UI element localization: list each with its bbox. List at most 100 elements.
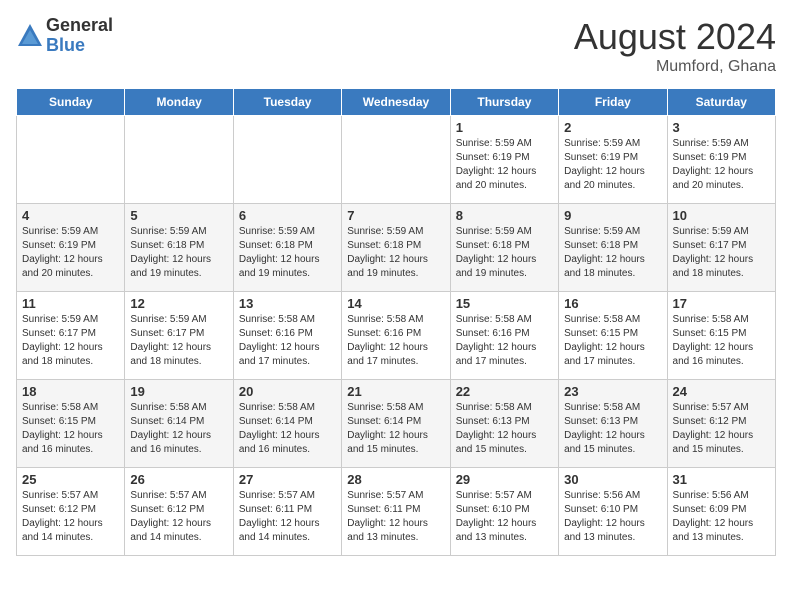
day-info: Sunrise: 5:59 AM Sunset: 6:19 PM Dayligh… [456, 137, 553, 193]
calendar-cell: 11 Sunrise: 5:59 AM Sunset: 6:17 PM Dayli… [17, 292, 125, 380]
weekday-header: Tuesday [233, 89, 341, 116]
day-number: 24 [673, 384, 770, 399]
calendar-week-row: 25 Sunrise: 5:57 AM Sunset: 6:12 PM Dayli… [17, 468, 776, 556]
day-number: 22 [456, 384, 553, 399]
day-info: Sunrise: 5:59 AM Sunset: 6:19 PM Dayligh… [22, 225, 119, 281]
day-number: 12 [130, 296, 227, 311]
day-info: Sunrise: 5:58 AM Sunset: 6:14 PM Dayligh… [239, 401, 336, 457]
day-number: 7 [347, 208, 444, 223]
day-number: 4 [22, 208, 119, 223]
day-info: Sunrise: 5:59 AM Sunset: 6:19 PM Dayligh… [673, 137, 770, 193]
day-info: Sunrise: 5:57 AM Sunset: 6:11 PM Dayligh… [347, 489, 444, 545]
weekday-header: Friday [559, 89, 667, 116]
logo: General Blue [16, 16, 113, 56]
calendar-cell: 3 Sunrise: 5:59 AM Sunset: 6:19 PM Daylig… [667, 116, 775, 204]
day-number: 1 [456, 120, 553, 135]
day-number: 11 [22, 296, 119, 311]
day-info: Sunrise: 5:59 AM Sunset: 6:18 PM Dayligh… [456, 225, 553, 281]
day-number: 9 [564, 208, 661, 223]
day-number: 30 [564, 472, 661, 487]
weekday-header: Wednesday [342, 89, 450, 116]
day-info: Sunrise: 5:58 AM Sunset: 6:16 PM Dayligh… [456, 313, 553, 369]
day-info: Sunrise: 5:59 AM Sunset: 6:17 PM Dayligh… [673, 225, 770, 281]
logo-icon [16, 22, 44, 50]
day-number: 2 [564, 120, 661, 135]
calendar-cell: 12Sunrise: 5:59 AM Sunset: 6:17 PM Dayli… [125, 292, 233, 380]
weekday-header: Thursday [450, 89, 558, 116]
calendar-cell: 10 Sunrise: 5:59 AM Sunset: 6:17 PM Dayli… [667, 204, 775, 292]
day-number: 26 [130, 472, 227, 487]
day-info: Sunrise: 5:59 AM Sunset: 6:18 PM Dayligh… [239, 225, 336, 281]
calendar-cell: 24 Sunrise: 5:57 AM Sunset: 6:12 PM Dayli… [667, 380, 775, 468]
weekday-header-row: SundayMondayTuesdayWednesdayThursdayFrid… [17, 89, 776, 116]
day-info: Sunrise: 5:59 AM Sunset: 6:18 PM Dayligh… [347, 225, 444, 281]
calendar-cell: 7 Sunrise: 5:59 AM Sunset: 6:18 PM Daylig… [342, 204, 450, 292]
day-number: 17 [673, 296, 770, 311]
day-number: 19 [130, 384, 227, 399]
calendar-cell: 21Sunrise: 5:58 AM Sunset: 6:14 PM Dayli… [342, 380, 450, 468]
day-info: Sunrise: 5:57 AM Sunset: 6:12 PM Dayligh… [673, 401, 770, 457]
day-info: Sunrise: 5:59 AM Sunset: 6:18 PM Dayligh… [564, 225, 661, 281]
calendar-cell: 31Sunrise: 5:56 AM Sunset: 6:09 PM Dayli… [667, 468, 775, 556]
day-number: 31 [673, 472, 770, 487]
calendar-cell [17, 116, 125, 204]
day-info: Sunrise: 5:58 AM Sunset: 6:14 PM Dayligh… [130, 401, 227, 457]
day-info: Sunrise: 5:58 AM Sunset: 6:15 PM Dayligh… [22, 401, 119, 457]
day-number: 20 [239, 384, 336, 399]
day-info: Sunrise: 5:59 AM Sunset: 6:18 PM Dayligh… [130, 225, 227, 281]
calendar-cell: 22 Sunrise: 5:58 AM Sunset: 6:13 PM Dayli… [450, 380, 558, 468]
calendar-cell: 27Sunrise: 5:57 AM Sunset: 6:11 PM Dayli… [233, 468, 341, 556]
calendar-cell: 26 Sunrise: 5:57 AM Sunset: 6:12 PM Dayli… [125, 468, 233, 556]
calendar-week-row: 4 Sunrise: 5:59 AM Sunset: 6:19 PM Daylig… [17, 204, 776, 292]
calendar-cell: 30Sunrise: 5:56 AM Sunset: 6:10 PM Dayli… [559, 468, 667, 556]
day-number: 23 [564, 384, 661, 399]
calendar-week-row: 1 Sunrise: 5:59 AM Sunset: 6:19 PM Daylig… [17, 116, 776, 204]
calendar-week-row: 18 Sunrise: 5:58 AM Sunset: 6:15 PM Dayli… [17, 380, 776, 468]
calendar-cell: 28 Sunrise: 5:57 AM Sunset: 6:11 PM Dayli… [342, 468, 450, 556]
calendar-cell [125, 116, 233, 204]
calendar-cell: 9 Sunrise: 5:59 AM Sunset: 6:18 PM Daylig… [559, 204, 667, 292]
day-number: 3 [673, 120, 770, 135]
day-number: 6 [239, 208, 336, 223]
location: Mumford, Ghana [574, 58, 776, 76]
calendar-cell: 14Sunrise: 5:58 AM Sunset: 6:16 PM Dayli… [342, 292, 450, 380]
page-header: General Blue August 2024 Mumford, Ghana [16, 16, 776, 76]
weekday-header: Sunday [17, 89, 125, 116]
day-number: 5 [130, 208, 227, 223]
calendar-cell: 16 Sunrise: 5:58 AM Sunset: 6:15 PM Dayli… [559, 292, 667, 380]
day-number: 28 [347, 472, 444, 487]
calendar-cell: 29Sunrise: 5:57 AM Sunset: 6:10 PM Dayli… [450, 468, 558, 556]
day-info: Sunrise: 5:57 AM Sunset: 6:11 PM Dayligh… [239, 489, 336, 545]
calendar-cell: 13Sunrise: 5:58 AM Sunset: 6:16 PM Dayli… [233, 292, 341, 380]
day-info: Sunrise: 5:58 AM Sunset: 6:13 PM Dayligh… [456, 401, 553, 457]
calendar-cell: 20 Sunrise: 5:58 AM Sunset: 6:14 PM Dayli… [233, 380, 341, 468]
day-number: 18 [22, 384, 119, 399]
day-info: Sunrise: 5:57 AM Sunset: 6:12 PM Dayligh… [130, 489, 227, 545]
calendar-cell: 15Sunrise: 5:58 AM Sunset: 6:16 PM Dayli… [450, 292, 558, 380]
calendar-cell [233, 116, 341, 204]
calendar-cell: 6 Sunrise: 5:59 AM Sunset: 6:18 PM Daylig… [233, 204, 341, 292]
day-info: Sunrise: 5:58 AM Sunset: 6:15 PM Dayligh… [673, 313, 770, 369]
calendar-cell [342, 116, 450, 204]
calendar-cell: 19 Sunrise: 5:58 AM Sunset: 6:14 PM Dayli… [125, 380, 233, 468]
day-number: 13 [239, 296, 336, 311]
day-number: 14 [347, 296, 444, 311]
calendar-table: SundayMondayTuesdayWednesdayThursdayFrid… [16, 88, 776, 556]
day-number: 29 [456, 472, 553, 487]
logo-blue-text: Blue [46, 36, 113, 56]
day-number: 8 [456, 208, 553, 223]
calendar-cell: 17 Sunrise: 5:58 AM Sunset: 6:15 PM Dayli… [667, 292, 775, 380]
day-info: Sunrise: 5:59 AM Sunset: 6:17 PM Dayligh… [22, 313, 119, 369]
logo-general-text: General [46, 16, 113, 36]
day-info: Sunrise: 5:59 AM Sunset: 6:19 PM Dayligh… [564, 137, 661, 193]
day-number: 16 [564, 296, 661, 311]
title-block: August 2024 Mumford, Ghana [574, 16, 776, 76]
calendar-cell: 5 Sunrise: 5:59 AM Sunset: 6:18 PM Daylig… [125, 204, 233, 292]
day-info: Sunrise: 5:58 AM Sunset: 6:14 PM Dayligh… [347, 401, 444, 457]
day-info: Sunrise: 5:58 AM Sunset: 6:15 PM Dayligh… [564, 313, 661, 369]
weekday-header: Saturday [667, 89, 775, 116]
day-number: 25 [22, 472, 119, 487]
calendar-cell: 8 Sunrise: 5:59 AM Sunset: 6:18 PM Daylig… [450, 204, 558, 292]
day-number: 10 [673, 208, 770, 223]
calendar-cell: 25Sunrise: 5:57 AM Sunset: 6:12 PM Dayli… [17, 468, 125, 556]
